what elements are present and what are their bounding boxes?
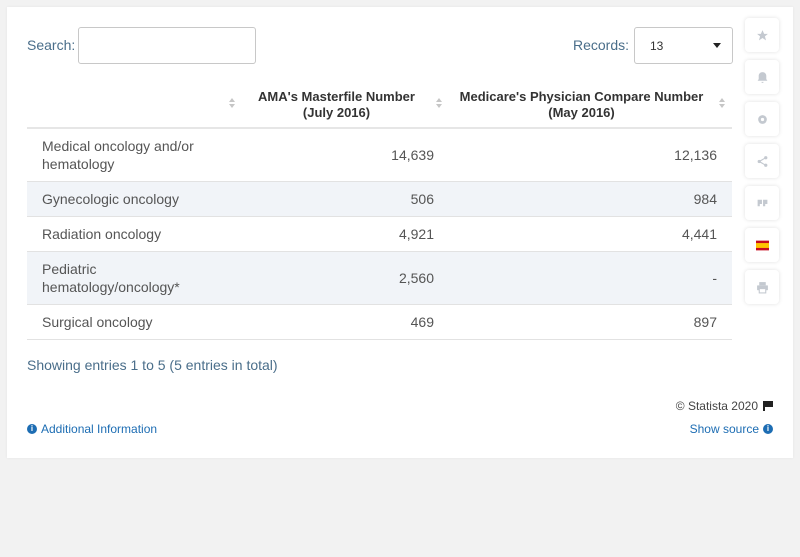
ama-value: 2,560: [242, 251, 449, 305]
ama-value: 469: [242, 304, 449, 340]
medicare-value: -: [449, 251, 732, 305]
settings-button[interactable]: [745, 102, 779, 136]
ama-value: 14,639: [242, 128, 449, 182]
language-button[interactable]: [745, 228, 779, 262]
table-row: Surgical oncology 469 897: [27, 304, 732, 340]
medicare-value: 897: [449, 304, 732, 340]
sort-icon[interactable]: [229, 98, 236, 110]
cite-button[interactable]: [745, 186, 779, 220]
copyright[interactable]: © Statista 2020: [676, 399, 773, 413]
search-input[interactable]: [78, 27, 256, 64]
data-table: AMA's Masterfile Number (July 2016) Medi…: [27, 82, 732, 340]
copyright-text: © Statista 2020: [675, 399, 758, 413]
show-source-label: Show source: [689, 422, 759, 436]
additional-information-link[interactable]: i Additional Information: [27, 422, 157, 436]
bell-icon: [757, 71, 767, 83]
print-button[interactable]: [745, 270, 779, 304]
medicare-value: 12,136: [449, 128, 732, 182]
records-label: Records:: [573, 37, 630, 53]
print-icon: [756, 281, 768, 293]
flag-icon[interactable]: [763, 401, 773, 411]
row-label: Medical oncology and/or hematology: [27, 128, 242, 182]
medicare-value: 984: [449, 181, 732, 217]
ama-value: 4,921: [242, 216, 449, 252]
table-row: Gynecologic oncology 506 984: [27, 181, 732, 217]
spain-flag-icon: [755, 240, 769, 250]
table-row: Radiation oncology 4,921 4,441: [27, 216, 732, 252]
additional-information-label: Additional Information: [41, 422, 158, 436]
info-icon: i: [27, 424, 37, 434]
notification-button[interactable]: [745, 60, 779, 94]
quote-icon: [757, 199, 767, 206]
medicare-value: 4,441: [449, 216, 732, 252]
row-label: Gynecologic oncology: [27, 181, 242, 217]
row-label: Radiation oncology: [27, 216, 242, 252]
gear-icon: [757, 114, 767, 124]
column-header-ama[interactable]: AMA's Masterfile Number (July 2016): [242, 82, 449, 129]
records-value: 13: [650, 39, 664, 53]
table-row: Pediatric hematology/oncology* 2,560 -: [27, 251, 732, 305]
share-icon: [757, 155, 767, 167]
statistic-card: Search: Records: 13 AMA's Masterfile Num…: [7, 7, 793, 458]
column-header-medicare[interactable]: Medicare's Physician Compare Number (May…: [449, 82, 732, 129]
ama-value: 506: [242, 181, 449, 217]
favorite-button[interactable]: [745, 18, 779, 52]
column-header-category[interactable]: [27, 82, 242, 129]
sort-icon[interactable]: [719, 98, 726, 110]
table-row: Medical oncology and/or hematology 14,63…: [27, 128, 732, 182]
chevron-down-icon: [713, 43, 721, 48]
row-label: Pediatric hematology/oncology*: [27, 251, 242, 305]
action-sidebar: [745, 18, 779, 312]
entries-summary: Showing entries 1 to 5 (5 entries in tot…: [27, 357, 278, 373]
show-source-link[interactable]: Show source i: [690, 422, 773, 436]
star-icon: [756, 29, 768, 40]
share-button[interactable]: [745, 144, 779, 178]
row-label: Surgical oncology: [27, 304, 242, 340]
records-select[interactable]: 13: [634, 27, 733, 64]
info-icon: i: [763, 424, 773, 434]
search-label: Search:: [27, 37, 76, 53]
sort-icon[interactable]: [436, 98, 443, 110]
